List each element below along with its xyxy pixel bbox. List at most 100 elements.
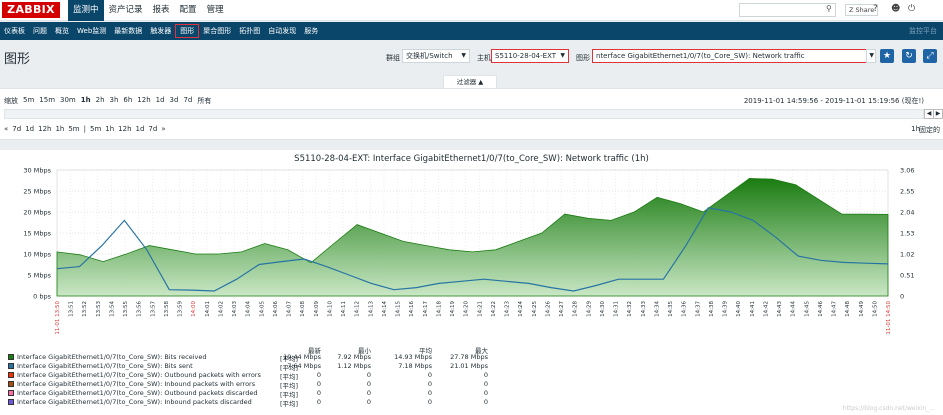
- main-menu-inventory[interactable]: 资产记录: [104, 0, 148, 21]
- zoom-option[interactable]: 所有: [197, 96, 211, 106]
- sub-menu-maps[interactable]: 拓扑图: [235, 22, 264, 40]
- page-header: 图形 群组 交换机/Switch ▼ 主机 S5110-28-04-EXT ▼ 图形…: [0, 41, 943, 71]
- zoom-row: 缩放 5m 15m 30m 1h 2h 3h 6h 12h 1d 3d 7d 所…: [4, 96, 216, 106]
- zoom-option[interactable]: 3d: [170, 96, 179, 106]
- power-icon[interactable]: ⏻: [908, 4, 915, 14]
- nav-item[interactable]: 1d: [136, 125, 145, 133]
- sub-menu-bar: 仪表板 问题 概览 Web监测 最新数据 触发器 图形 聚合图形 拓扑图 自动发…: [0, 22, 943, 40]
- legend-series-name: Interface GigabitEthernet1/0/7(to_Core_S…: [17, 362, 193, 370]
- sub-menu-services[interactable]: 服务: [300, 22, 322, 40]
- zoom-option[interactable]: 5m: [23, 96, 34, 106]
- group-select[interactable]: 交换机/Switch ▼: [402, 49, 470, 63]
- filter-tab[interactable]: 过滤器 ▲: [443, 75, 497, 88]
- nav-separator: |: [83, 125, 86, 133]
- host-select[interactable]: S5110-28-04-EXT ▼: [491, 49, 569, 63]
- graph-select-value: nterface GigabitEthernet1/0/7(to_Core_SW…: [596, 52, 805, 60]
- zoom-option[interactable]: 15m: [39, 96, 55, 106]
- nav-item[interactable]: 12h: [118, 125, 131, 133]
- legend-value-avg: 0: [427, 380, 432, 388]
- search-input[interactable]: [739, 3, 836, 17]
- legend-value-avg: 7.18 Mbps: [398, 362, 432, 370]
- nav-item[interactable]: 5m: [90, 125, 101, 133]
- legend-series-name: Interface GigabitEthernet1/0/7(to_Core_S…: [17, 353, 207, 361]
- zoom-option[interactable]: 12h: [137, 96, 150, 106]
- legend-series-name: Interface GigabitEthernet1/0/7(to_Core_S…: [17, 380, 256, 388]
- sub-menu-problems[interactable]: 问题: [29, 22, 51, 40]
- zoom-option[interactable]: 1d: [156, 96, 165, 106]
- legend-row: Interface GigabitEthernet1/0/7(to_Core_S…: [8, 371, 488, 381]
- main-menu-administration[interactable]: 管理: [202, 0, 229, 21]
- sub-menu-discovery[interactable]: 自动发现: [264, 22, 300, 40]
- host-select-value: S5110-28-04-EXT: [495, 52, 557, 60]
- sub-menu-overview[interactable]: 概览: [51, 22, 73, 40]
- legend-series-name: Interface GigabitEthernet1/0/7(to_Core_S…: [17, 371, 261, 379]
- main-menu-configuration[interactable]: 配置: [175, 0, 202, 21]
- legend-value-max: 27.78 Mbps: [450, 353, 488, 361]
- nav-item[interactable]: 1h: [55, 125, 64, 133]
- favourite-button[interactable]: ★: [880, 49, 894, 63]
- zoom-option[interactable]: 7d: [183, 96, 192, 106]
- main-menu-reports[interactable]: 报表: [148, 0, 175, 21]
- legend-row: Interface GigabitEthernet1/0/7(to_Core_S…: [8, 353, 488, 363]
- nav-item[interactable]: 7d: [148, 125, 157, 133]
- nav-item[interactable]: 1d: [25, 125, 34, 133]
- user-icon[interactable]: ☻: [891, 4, 900, 14]
- fixed-toggle[interactable]: 固定的: [919, 125, 940, 135]
- legend-value-max: 0: [483, 398, 488, 406]
- nav-item[interactable]: 12h: [38, 125, 51, 133]
- legend-series-name: Interface GigabitEthernet1/0/7(to_Core_S…: [17, 389, 258, 397]
- sub-menu-web[interactable]: Web监测: [73, 22, 110, 40]
- nav-item[interactable]: »: [161, 125, 165, 133]
- host-label: 主机: [477, 54, 491, 62]
- zoom-option-selected[interactable]: 1h: [81, 96, 91, 106]
- legend-value-max: 0: [483, 389, 488, 397]
- scroll-right-button[interactable]: ▶: [933, 109, 943, 119]
- chevron-down-icon: ▼: [869, 52, 874, 59]
- help-icon[interactable]: ?: [873, 4, 878, 14]
- fullscreen-button[interactable]: ⤢: [923, 49, 937, 63]
- graph-select-toggle[interactable]: ▼: [866, 49, 876, 63]
- legend-value-min: 0: [366, 398, 371, 406]
- page-title: 图形: [4, 52, 31, 67]
- legend-value-min: 0: [366, 380, 371, 388]
- legend-value-max: 21.01 Mbps: [450, 362, 488, 370]
- graph-select[interactable]: nterface GigabitEthernet1/0/7(to_Core_SW…: [592, 49, 868, 63]
- zoom-option[interactable]: 6h: [123, 96, 132, 106]
- chevron-down-icon: ▼: [461, 52, 466, 59]
- sub-menu-latest-data[interactable]: 最新数据: [110, 22, 146, 40]
- legend-value-min: 0: [366, 371, 371, 379]
- sub-menu: 仪表板 问题 概览 Web监测 最新数据 触发器 图形 聚合图形 拓扑图 自动发…: [0, 22, 943, 40]
- zoom-option[interactable]: 2h: [96, 96, 105, 106]
- legend-value-last: 0: [316, 380, 321, 388]
- sub-menu-graphs[interactable]: 图形: [175, 24, 200, 38]
- legend-value-last: 0: [316, 389, 321, 397]
- legend-row: Interface GigabitEthernet1/0/7(to_Core_S…: [8, 380, 488, 390]
- legend-series-name: Interface GigabitEthernet1/0/7(to_Core_S…: [17, 398, 252, 406]
- zoom-option[interactable]: 3h: [110, 96, 119, 106]
- sub-menu-triggers[interactable]: 触发器: [146, 22, 175, 40]
- sub-menu-screens[interactable]: 聚合图形: [199, 22, 235, 40]
- nav-item[interactable]: 1h: [105, 125, 114, 133]
- main-menu-monitoring[interactable]: 监测中: [68, 0, 104, 21]
- legend-row: Interface GigabitEthernet1/0/7(to_Core_S…: [8, 398, 488, 408]
- sub-menu-dashboard[interactable]: 仪表板: [0, 22, 29, 40]
- legend-color-swatch: [8, 372, 14, 378]
- legend-row: Interface GigabitEthernet1/0/7(to_Core_S…: [8, 389, 488, 399]
- legend-value-last: 0: [316, 371, 321, 379]
- arrow-right-icon: ▶: [935, 110, 941, 117]
- search-icon[interactable]: ⚲: [826, 4, 832, 13]
- nav-item[interactable]: 7d: [12, 125, 21, 133]
- watermark: https://blog.csdn.net/weixin_...: [842, 405, 935, 412]
- legend-row: Interface GigabitEthernet1/0/7(to_Core_S…: [8, 362, 488, 372]
- refresh-button[interactable]: ↻: [902, 49, 916, 63]
- legend-value-avg: 0: [427, 398, 432, 406]
- zoom-option[interactable]: 30m: [60, 96, 76, 106]
- legend-color-swatch: [8, 363, 14, 369]
- time-scrollbar[interactable]: [4, 109, 924, 119]
- zabbix-logo[interactable]: ZABBIX: [2, 2, 60, 18]
- arrow-left-icon: ◀: [926, 110, 932, 117]
- nav-item[interactable]: «: [4, 125, 8, 133]
- nav-item[interactable]: 5m: [68, 125, 79, 133]
- graph-panel: S5110-28-04-EXT: Interface GigabitEthern…: [0, 150, 943, 415]
- main-menu: 监测中 资产记录 报表 配置 管理: [68, 0, 229, 21]
